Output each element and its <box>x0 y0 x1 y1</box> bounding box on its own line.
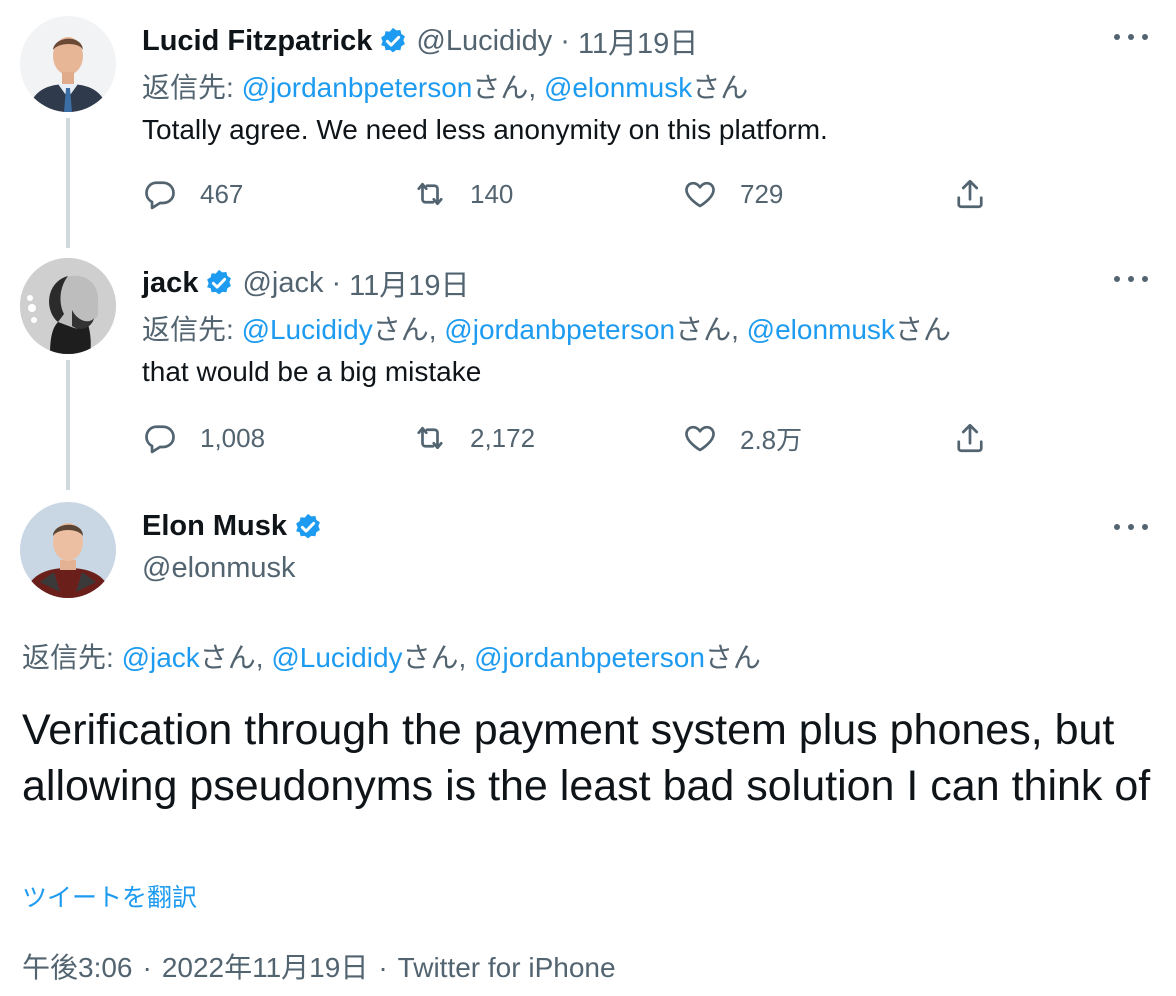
main-tweet-author: Elon Musk <box>142 510 331 543</box>
like-count: 729 <box>740 178 784 209</box>
mention-separator: , <box>255 642 272 673</box>
avatar[interactable] <box>20 502 116 598</box>
retweet-icon <box>417 426 443 450</box>
reply-button[interactable]: 1,008 <box>142 418 265 458</box>
tweet-date[interactable]: 11月19日 <box>349 262 469 304</box>
share-icon <box>957 179 983 209</box>
like-count: 2.8万 <box>740 424 803 455</box>
mention-suffix: さん <box>894 314 951 345</box>
avatar-image-lucid <box>20 16 116 112</box>
tweet-source[interactable]: Twitter for iPhone <box>398 952 616 983</box>
translate-tweet-link[interactable]: ツイートを翻訳 <box>22 878 197 914</box>
like-icon <box>685 425 715 452</box>
retweet-icon <box>417 182 443 206</box>
mention-separator: , <box>458 642 475 673</box>
tweet-full-date[interactable]: 2022年11月19日 <box>162 952 369 983</box>
reply-to-label: 返信先: <box>142 72 242 103</box>
mention-link[interactable]: @jordanbpeterson <box>444 314 675 345</box>
mention-suffix: さん <box>704 642 761 673</box>
dot-separator: · <box>142 952 152 983</box>
more-icon[interactable] <box>1114 32 1148 42</box>
mention-suffix: さん <box>675 314 732 345</box>
mention-separator: , <box>731 314 747 345</box>
retweet-button[interactable]: 2,172 <box>412 418 535 458</box>
share-icon <box>957 423 983 453</box>
reply-to-label: 返信先: <box>142 314 242 345</box>
reply-button[interactable]: 467 <box>142 174 243 214</box>
avatar[interactable] <box>20 258 116 354</box>
mention-suffix: さん <box>402 642 459 673</box>
retweet-count: 2,172 <box>470 422 536 453</box>
reply-to-line: 返信先: @jordanbpetersonさん, @elonmuskさん <box>142 66 748 106</box>
mention-link[interactable]: @jordanbpeterson <box>242 72 473 103</box>
thread-connector <box>66 118 70 248</box>
verified-badge-icon <box>293 512 323 542</box>
mention-separator: , <box>428 314 445 345</box>
reply-count: 467 <box>200 178 244 209</box>
more-icon[interactable] <box>1114 274 1148 284</box>
mention-link[interactable]: @Lucididy <box>271 642 402 673</box>
mention-separator: , <box>528 72 544 103</box>
reply-to-line: 返信先: @jackさん, @Lucididyさん, @jordanbpeter… <box>22 636 761 676</box>
mention-link[interactable]: @jordanbpeterson <box>474 642 705 673</box>
reply-icon <box>145 425 175 454</box>
user-handle[interactable]: @jack <box>242 267 323 300</box>
main-tweet-text: Verification through the payment system … <box>22 706 1151 810</box>
tweet-text: that would be a big mistake <box>142 356 482 387</box>
user-handle[interactable]: @elonmusk <box>142 552 296 585</box>
avatar[interactable] <box>20 16 116 112</box>
avatar-image-elon <box>20 502 116 598</box>
mention-suffix: さん <box>472 72 529 103</box>
mention-link[interactable]: @elonmusk <box>747 314 895 345</box>
tweet-meta: 午後3:06 · 2022年11月19日 · Twitter for iPhone <box>22 946 616 986</box>
tweet-actions: 467 140 729 <box>142 174 1002 214</box>
retweet-count: 140 <box>470 178 514 209</box>
tweet-header: jack @jack · 11月19日 <box>142 262 470 304</box>
verified-badge-icon <box>204 268 234 298</box>
display-name[interactable]: Lucid Fitzpatrick <box>142 25 372 58</box>
dot-separator: · <box>560 24 570 57</box>
reply-count: 1,008 <box>200 422 266 453</box>
tweet-text: Totally agree. We need less anonymity on… <box>142 114 828 145</box>
tweet-date[interactable]: 11月19日 <box>578 20 698 62</box>
thread-connector <box>66 360 70 490</box>
dot-separator: · <box>378 952 388 983</box>
share-button[interactable] <box>952 174 988 214</box>
verified-badge-icon <box>378 26 408 56</box>
tweet-actions: 1,008 2,172 2.8万 <box>142 418 1002 458</box>
mention-link[interactable]: @elonmusk <box>544 72 692 103</box>
avatar-image-jack <box>20 258 116 354</box>
mention-link[interactable]: @Lucididy <box>242 314 373 345</box>
more-icon[interactable] <box>1114 522 1148 532</box>
share-button[interactable] <box>952 418 988 458</box>
tweet-time[interactable]: 午後3:06 <box>22 952 133 983</box>
display-name[interactable]: Elon Musk <box>142 510 287 543</box>
mention-suffix: さん <box>692 72 749 103</box>
reply-to-line: 返信先: @Lucididyさん, @jordanbpetersonさん, @e… <box>142 308 951 348</box>
retweet-button[interactable]: 140 <box>412 174 513 214</box>
display-name[interactable]: jack <box>142 267 198 300</box>
mention-suffix: さん <box>372 314 429 345</box>
user-handle[interactable]: @Lucididy <box>416 25 552 58</box>
mention-link[interactable]: @jack <box>122 642 200 673</box>
like-button[interactable]: 2.8万 <box>682 418 802 458</box>
dot-separator: · <box>331 266 342 299</box>
mention-suffix: さん <box>199 642 256 673</box>
reply-to-label: 返信先: <box>22 642 122 673</box>
reply-icon <box>145 181 175 210</box>
like-icon <box>685 181 715 208</box>
like-button[interactable]: 729 <box>682 174 783 214</box>
tweet-header: Lucid Fitzpatrick @Lucididy · 11月19日 <box>142 20 698 62</box>
